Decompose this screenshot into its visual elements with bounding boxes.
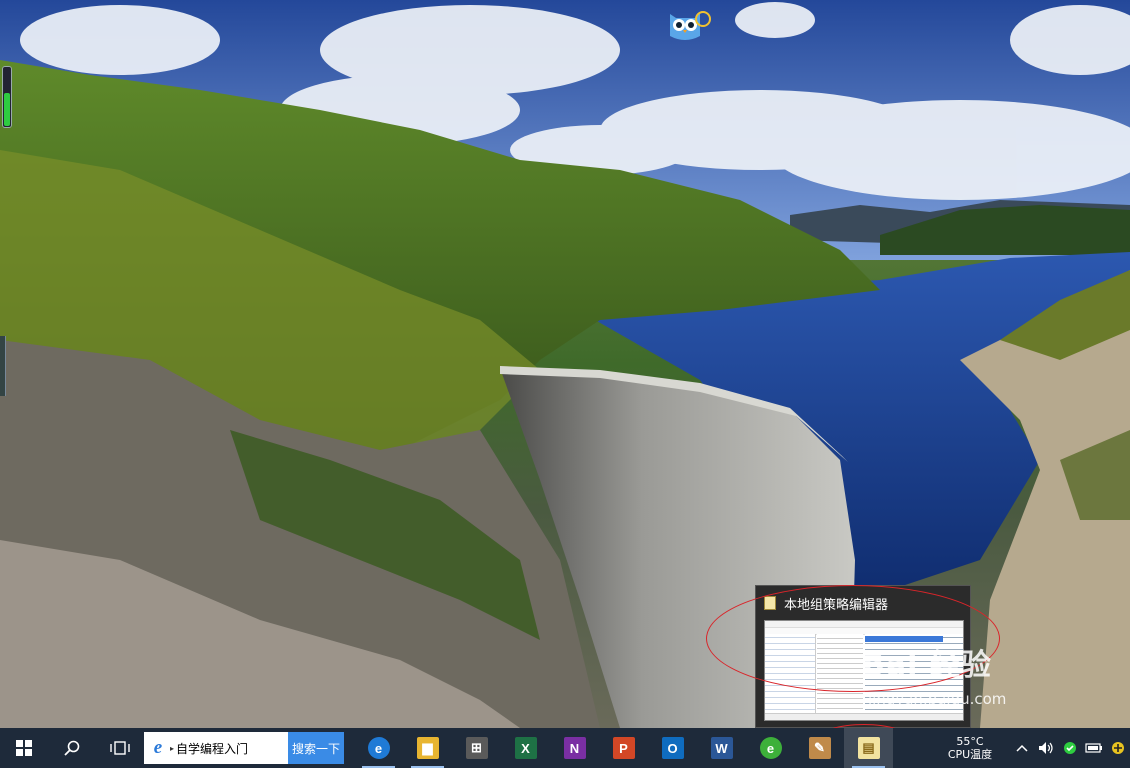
- outlook-icon: O: [661, 737, 684, 759]
- taskbar-app-outlook[interactable]: O: [648, 728, 697, 768]
- security-shield-icon[interactable]: [1058, 728, 1082, 768]
- ie-icon: e: [153, 737, 163, 758]
- 360-icon: e: [759, 737, 782, 759]
- volume-icon[interactable]: [1034, 728, 1058, 768]
- watermark-logo: Bai 经验: [862, 648, 992, 683]
- show-hidden-icons-chevron-icon[interactable]: [1010, 728, 1034, 768]
- search-icon: [64, 740, 80, 756]
- taskbar: e ▸ 自学编程入门 搜索一下 e ▆ ⊞ X N P O We ✎ ▤ 55°C CPU温度: [0, 728, 1130, 768]
- pinned-apps: e ▆ ⊞ X N P O We ✎ ▤: [354, 728, 893, 768]
- baidu-jingyan-watermark: Bai 经验 jingyan.baidu.com: [862, 640, 1006, 708]
- taskbar-app-360[interactable]: e: [746, 728, 795, 768]
- taskbar-app-group-policy-editor[interactable]: ▤: [844, 728, 893, 768]
- start-button[interactable]: [0, 728, 48, 768]
- taskbar-app-file-explorer[interactable]: ▆: [403, 728, 452, 768]
- taskbar-app-word[interactable]: W: [697, 728, 746, 768]
- watermark-url: jingyan.baidu.com: [868, 690, 1007, 708]
- cpu-temp-value: 55°C: [956, 735, 984, 748]
- task-view-button[interactable]: [96, 728, 144, 768]
- taskbar-app-paint[interactable]: ✎: [795, 728, 844, 768]
- battery-icon[interactable]: [1082, 728, 1106, 768]
- task-view-icon: [110, 741, 130, 755]
- dropdown-caret-icon[interactable]: ▸: [170, 744, 174, 753]
- group-policy-editor-icon: ▤: [857, 737, 880, 759]
- search-input[interactable]: 自学编程入门: [176, 740, 248, 757]
- taskbar-app-store[interactable]: ⊞: [452, 728, 501, 768]
- ie-search-box[interactable]: e ▸ 自学编程入门: [144, 732, 288, 764]
- taskbar-app-onenote[interactable]: N: [550, 728, 599, 768]
- windows-logo-icon: [16, 740, 32, 756]
- paint-icon: ✎: [808, 737, 831, 759]
- taskbar-app-edge[interactable]: e: [354, 728, 403, 768]
- taskbar-app-excel[interactable]: X: [501, 728, 550, 768]
- store-icon: ⊞: [465, 737, 488, 759]
- cpu-temp-widget[interactable]: 55°C CPU温度: [940, 735, 1000, 761]
- search-submit-button[interactable]: 搜索一下: [288, 732, 344, 764]
- cpu-temp-label: CPU温度: [947, 748, 993, 761]
- owl-widget-icon[interactable]: [666, 8, 712, 42]
- gadget-meter-fill: [4, 93, 10, 126]
- file-explorer-icon: ▆: [416, 737, 439, 759]
- search-button[interactable]: [48, 728, 96, 768]
- gadget-meter[interactable]: [2, 66, 12, 128]
- edge-gadget-strip: [0, 336, 6, 396]
- excel-icon: X: [514, 737, 537, 759]
- add-plus-icon[interactable]: [1106, 728, 1130, 768]
- taskbar-app-powerpoint[interactable]: P: [599, 728, 648, 768]
- onenote-icon: N: [563, 737, 586, 759]
- system-tray: 55°C CPU温度: [940, 728, 1130, 768]
- powerpoint-icon: P: [612, 737, 635, 759]
- thumb-statusbar: [765, 713, 963, 720]
- edge-icon: e: [367, 737, 390, 759]
- word-icon: W: [710, 737, 733, 759]
